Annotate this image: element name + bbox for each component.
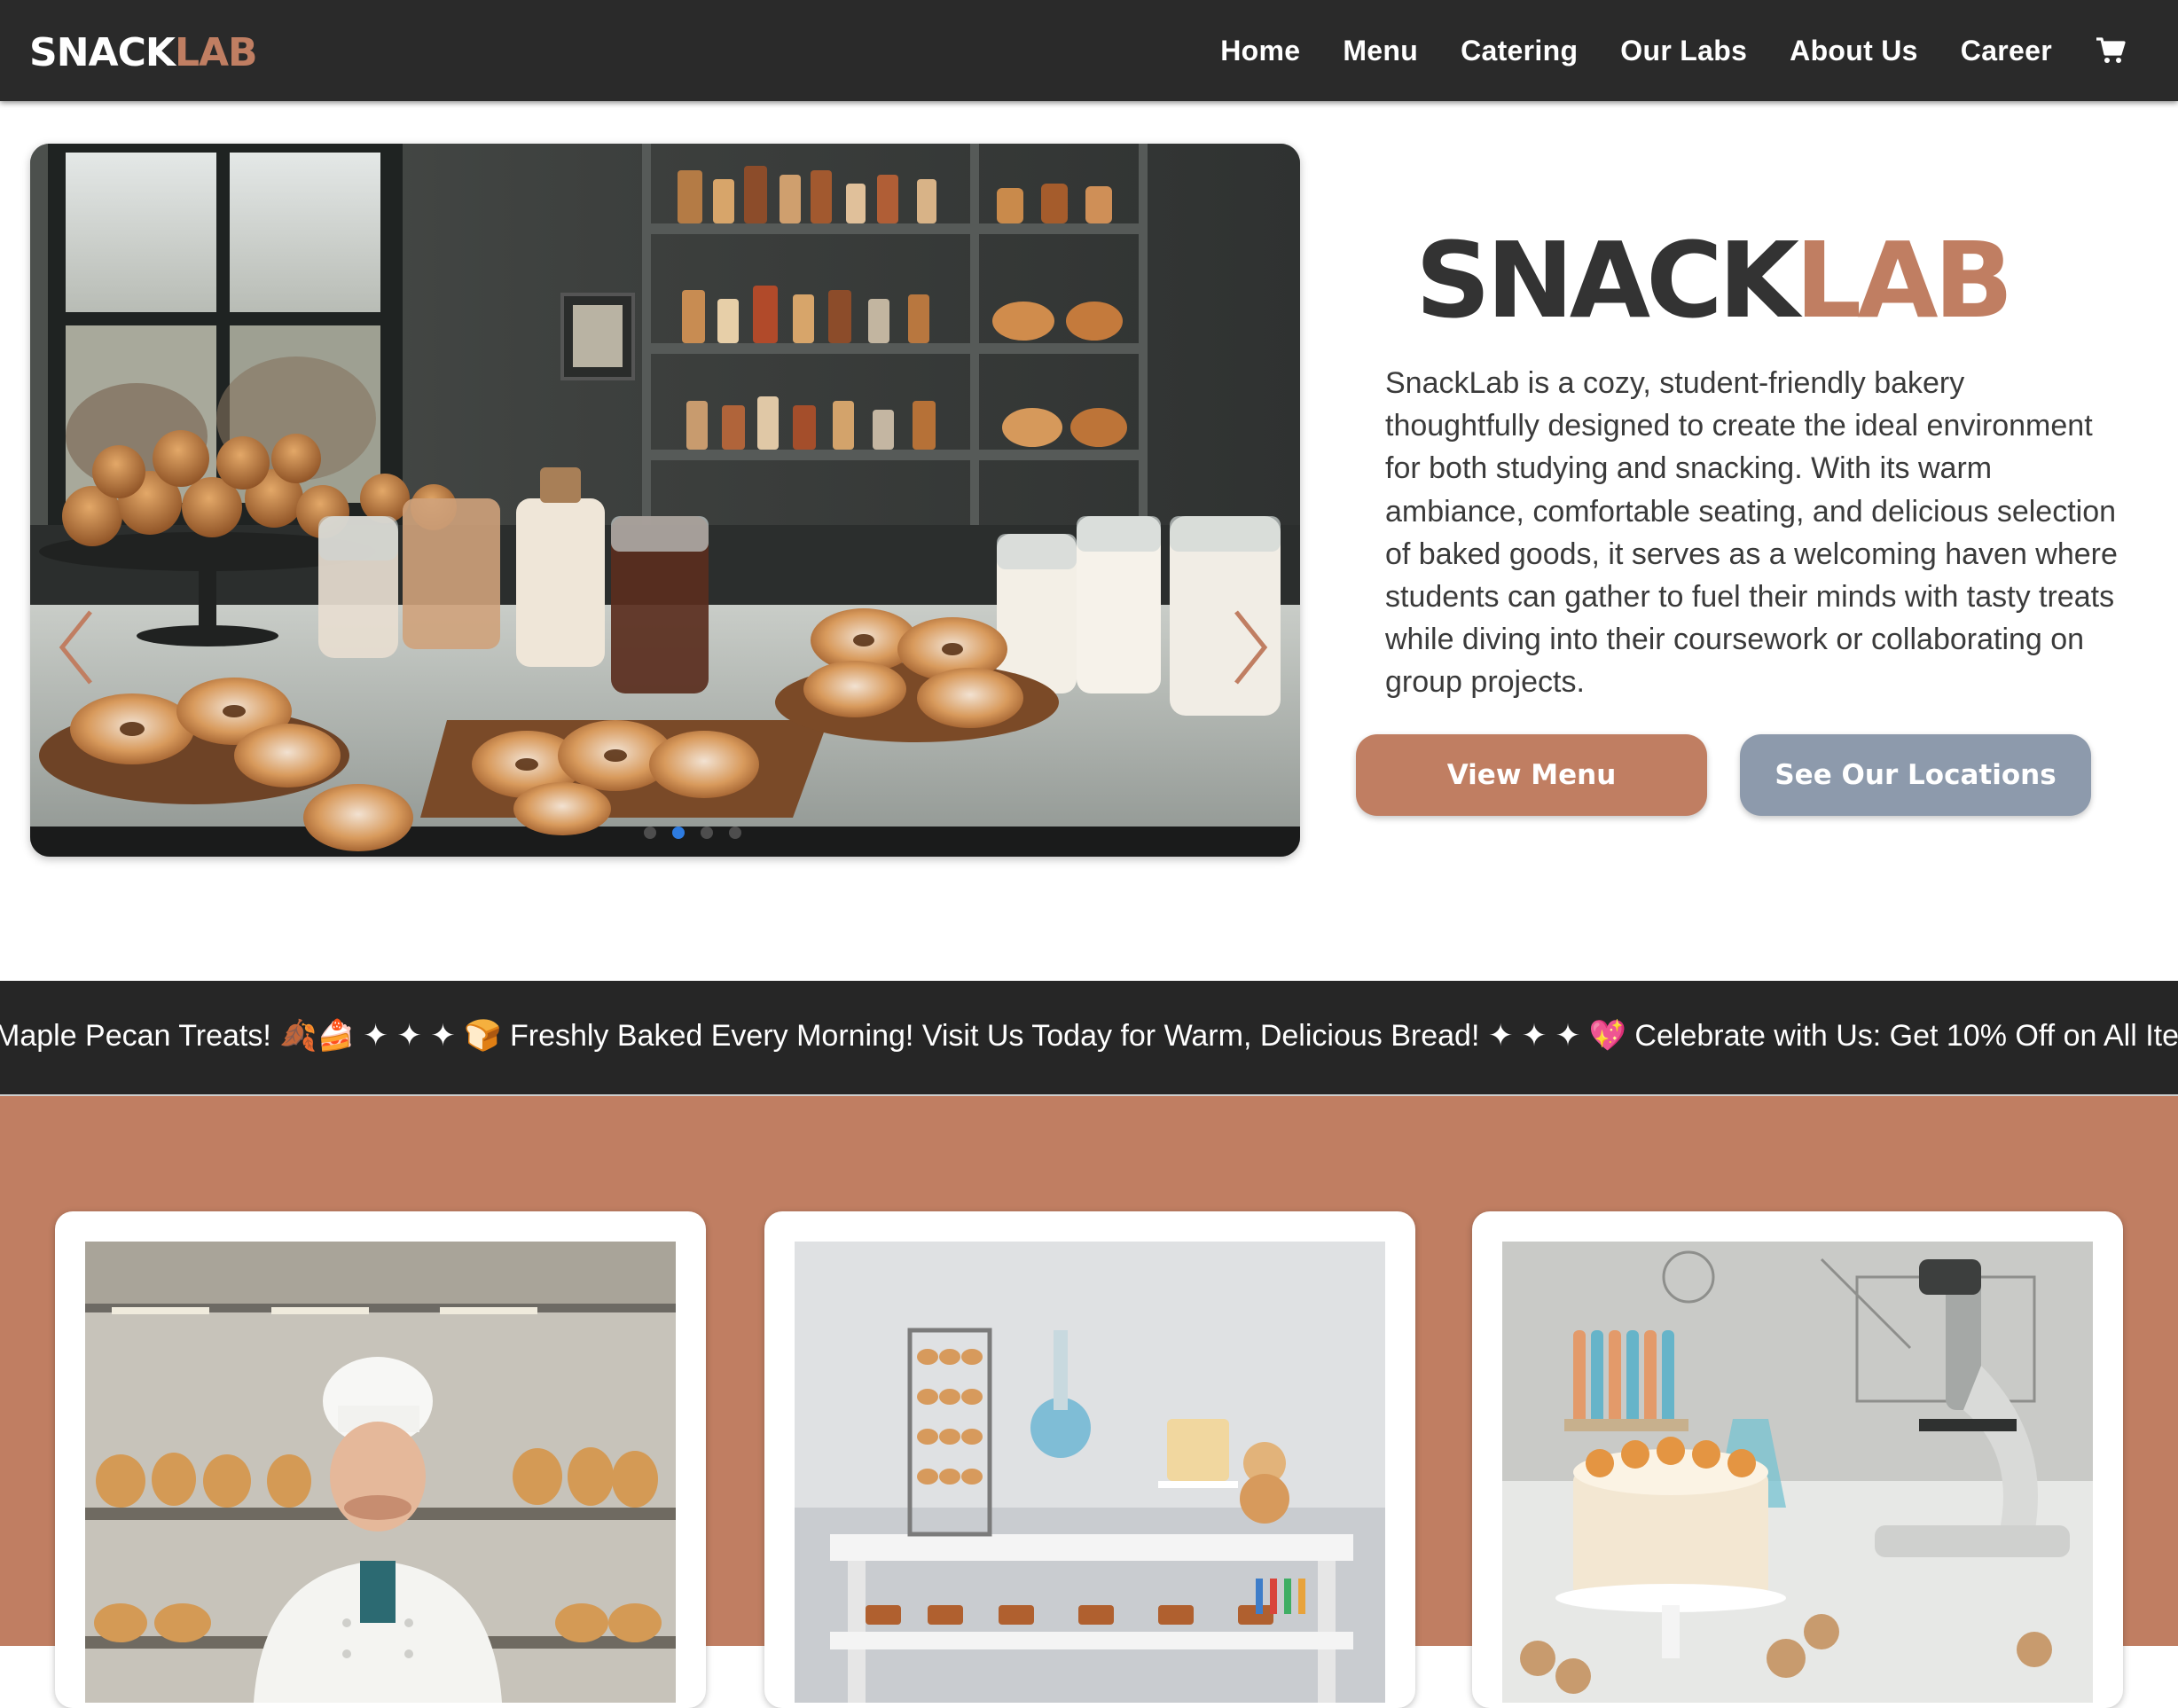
carousel-prev-arrow-icon[interactable] xyxy=(55,605,98,690)
carousel-dot-1[interactable] xyxy=(644,827,656,839)
hero-title: SNACKLAB xyxy=(1415,219,2014,341)
nav-link-our-labs[interactable]: Our Labs xyxy=(1620,30,1747,71)
nav-link-menu[interactable]: Menu xyxy=(1343,30,1418,71)
lab-card-1[interactable] xyxy=(55,1211,706,1708)
logo-part-snack: SNACK xyxy=(29,30,176,75)
lab-card-2[interactable] xyxy=(764,1211,1415,1708)
carousel-dot-2[interactable] xyxy=(672,827,685,839)
carousel-indicators xyxy=(644,827,757,839)
see-locations-button[interactable]: See Our Locations xyxy=(1740,734,2091,816)
hero-carousel[interactable] xyxy=(30,144,1300,857)
lab-pastries-image xyxy=(795,1242,1385,1703)
promo-ticker: Maple Pecan Treats! 🍂🍰 ✦ ✦ ✦ 🍞 Freshly B… xyxy=(0,981,2178,1094)
hero-title-snack: SNACK xyxy=(1415,219,1799,341)
carousel-dot-4[interactable] xyxy=(729,827,741,839)
logo[interactable]: SNACKLAB xyxy=(29,30,258,76)
lab-cake-microscope-image xyxy=(1502,1242,2093,1703)
navbar: SNACKLAB Home Menu Catering Our Labs Abo… xyxy=(0,0,2178,101)
carousel-dot-3[interactable] xyxy=(701,827,713,839)
nav-links: Home Menu Catering Our Labs About Us Car… xyxy=(1178,30,2127,71)
bakery-slide-image xyxy=(30,144,1300,857)
ticker-text: Maple Pecan Treats! 🍂🍰 ✦ ✦ ✦ 🍞 Freshly B… xyxy=(0,1019,2178,1053)
nav-link-catering[interactable]: Catering xyxy=(1461,30,1578,71)
logo-part-lab: LAB xyxy=(174,30,258,75)
carousel-next-arrow-icon[interactable] xyxy=(1229,605,1272,690)
chef-bakery-image xyxy=(85,1242,676,1703)
labs-cards-section xyxy=(0,1094,2178,1708)
view-menu-button[interactable]: View Menu xyxy=(1356,734,1707,816)
nav-link-home[interactable]: Home xyxy=(1220,30,1300,71)
hero-title-lab: LAB xyxy=(1795,219,2013,341)
nav-link-about-us[interactable]: About Us xyxy=(1790,30,1918,71)
nav-link-career[interactable]: Career xyxy=(1961,30,2052,71)
shopping-cart-icon[interactable] xyxy=(2095,35,2127,67)
lab-card-3[interactable] xyxy=(1472,1211,2123,1708)
hero-description: SnackLab is a cozy, student-friendly bak… xyxy=(1385,366,2118,700)
